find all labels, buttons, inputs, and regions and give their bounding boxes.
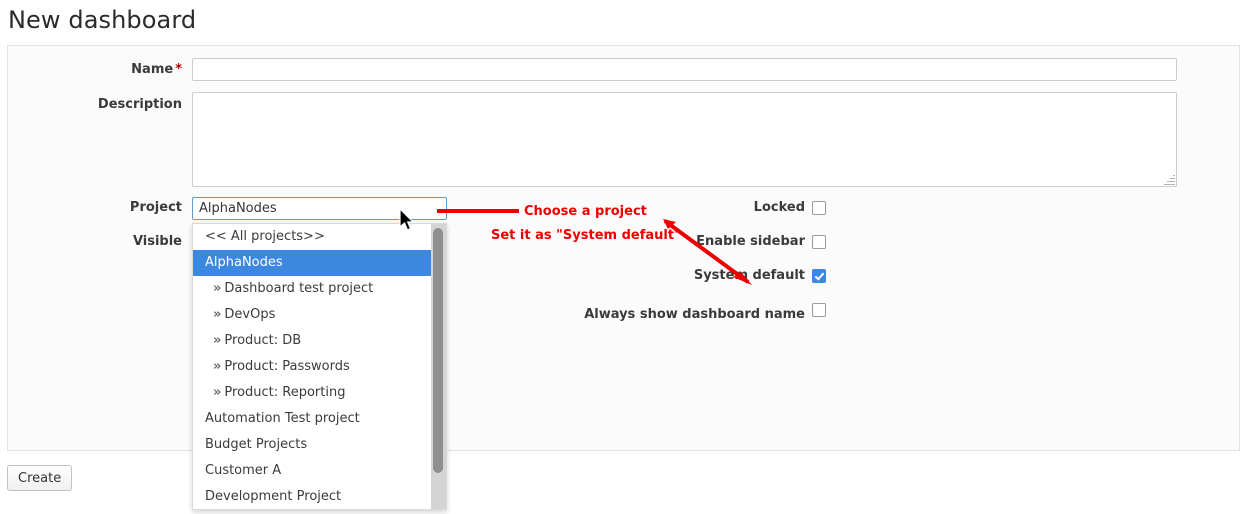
project-option-label: DevOps <box>224 307 276 322</box>
project-dropdown-list[interactable]: << All projects>> AlphaNodes» Dashboard te… <box>192 223 447 510</box>
project-option[interactable]: Automation Test project <box>193 406 431 432</box>
subproject-prefix-icon: » <box>213 307 222 322</box>
create-button[interactable]: Create <box>7 465 73 491</box>
project-option-label: AlphaNodes <box>205 255 283 270</box>
required-asterisk-icon: * <box>175 62 182 77</box>
project-option[interactable]: Development Project <box>193 484 431 509</box>
dropdown-scrollbar-thumb[interactable] <box>433 228 443 473</box>
project-option-label: << All projects>> <box>205 229 325 244</box>
dropdown-scrollbar-track[interactable] <box>431 224 446 509</box>
subproject-prefix-icon: » <box>213 359 222 374</box>
project-option-label: Dashboard test project <box>224 281 374 296</box>
project-option-list: << All projects>> AlphaNodes» Dashboard te… <box>193 224 431 509</box>
subproject-prefix-icon: » <box>213 333 222 348</box>
visible-field-label: Visible <box>132 234 182 249</box>
project-option[interactable]: » Product: Reporting <box>193 380 431 406</box>
locked-checkbox[interactable] <box>812 201 826 215</box>
always-show-name-checkbox[interactable] <box>812 303 826 317</box>
project-option[interactable]: Budget Projects <box>193 432 431 458</box>
project-option[interactable]: » Product: DB <box>193 328 431 354</box>
name-field-label: Name * <box>0 62 182 77</box>
system-default-checkbox-label: System default <box>693 268 805 283</box>
name-input[interactable] <box>192 58 1177 81</box>
page-title: New dashboard <box>8 6 197 34</box>
description-field-label: Description <box>97 97 182 112</box>
project-option-label: Automation Test project <box>205 411 360 426</box>
project-option[interactable]: AlphaNodes <box>193 250 431 276</box>
locked-checkbox-label: Locked <box>753 200 805 215</box>
project-option[interactable]: » Product: Passwords <box>193 354 431 380</box>
project-option-label: Product: DB <box>224 333 302 348</box>
project-option-label: Product: Reporting <box>224 385 346 400</box>
enable-sidebar-checkbox[interactable] <box>812 235 826 249</box>
project-option-label: Budget Projects <box>205 437 308 452</box>
project-option-label: Product: Passwords <box>224 359 350 374</box>
name-label-text: Name <box>131 62 174 77</box>
project-option[interactable]: Customer A <box>193 458 431 484</box>
subproject-prefix-icon: » <box>213 281 222 296</box>
description-textarea[interactable] <box>192 92 1177 187</box>
project-option[interactable]: » DevOps <box>193 302 431 328</box>
project-field-label: Project <box>129 200 182 215</box>
always-show-name-checkbox-label: Always show dashboard name <box>584 307 805 322</box>
project-option-label: Customer A <box>205 463 282 478</box>
subproject-prefix-icon: » <box>213 385 222 400</box>
project-option-label: Development Project <box>205 489 342 504</box>
project-option[interactable]: << All projects>> <box>193 224 431 250</box>
system-default-checkbox[interactable] <box>812 269 826 283</box>
project-combobox[interactable]: AlphaNodes <box>192 197 447 220</box>
enable-sidebar-checkbox-label: Enable sidebar <box>696 234 805 249</box>
project-option[interactable]: » Dashboard test project <box>193 276 431 302</box>
